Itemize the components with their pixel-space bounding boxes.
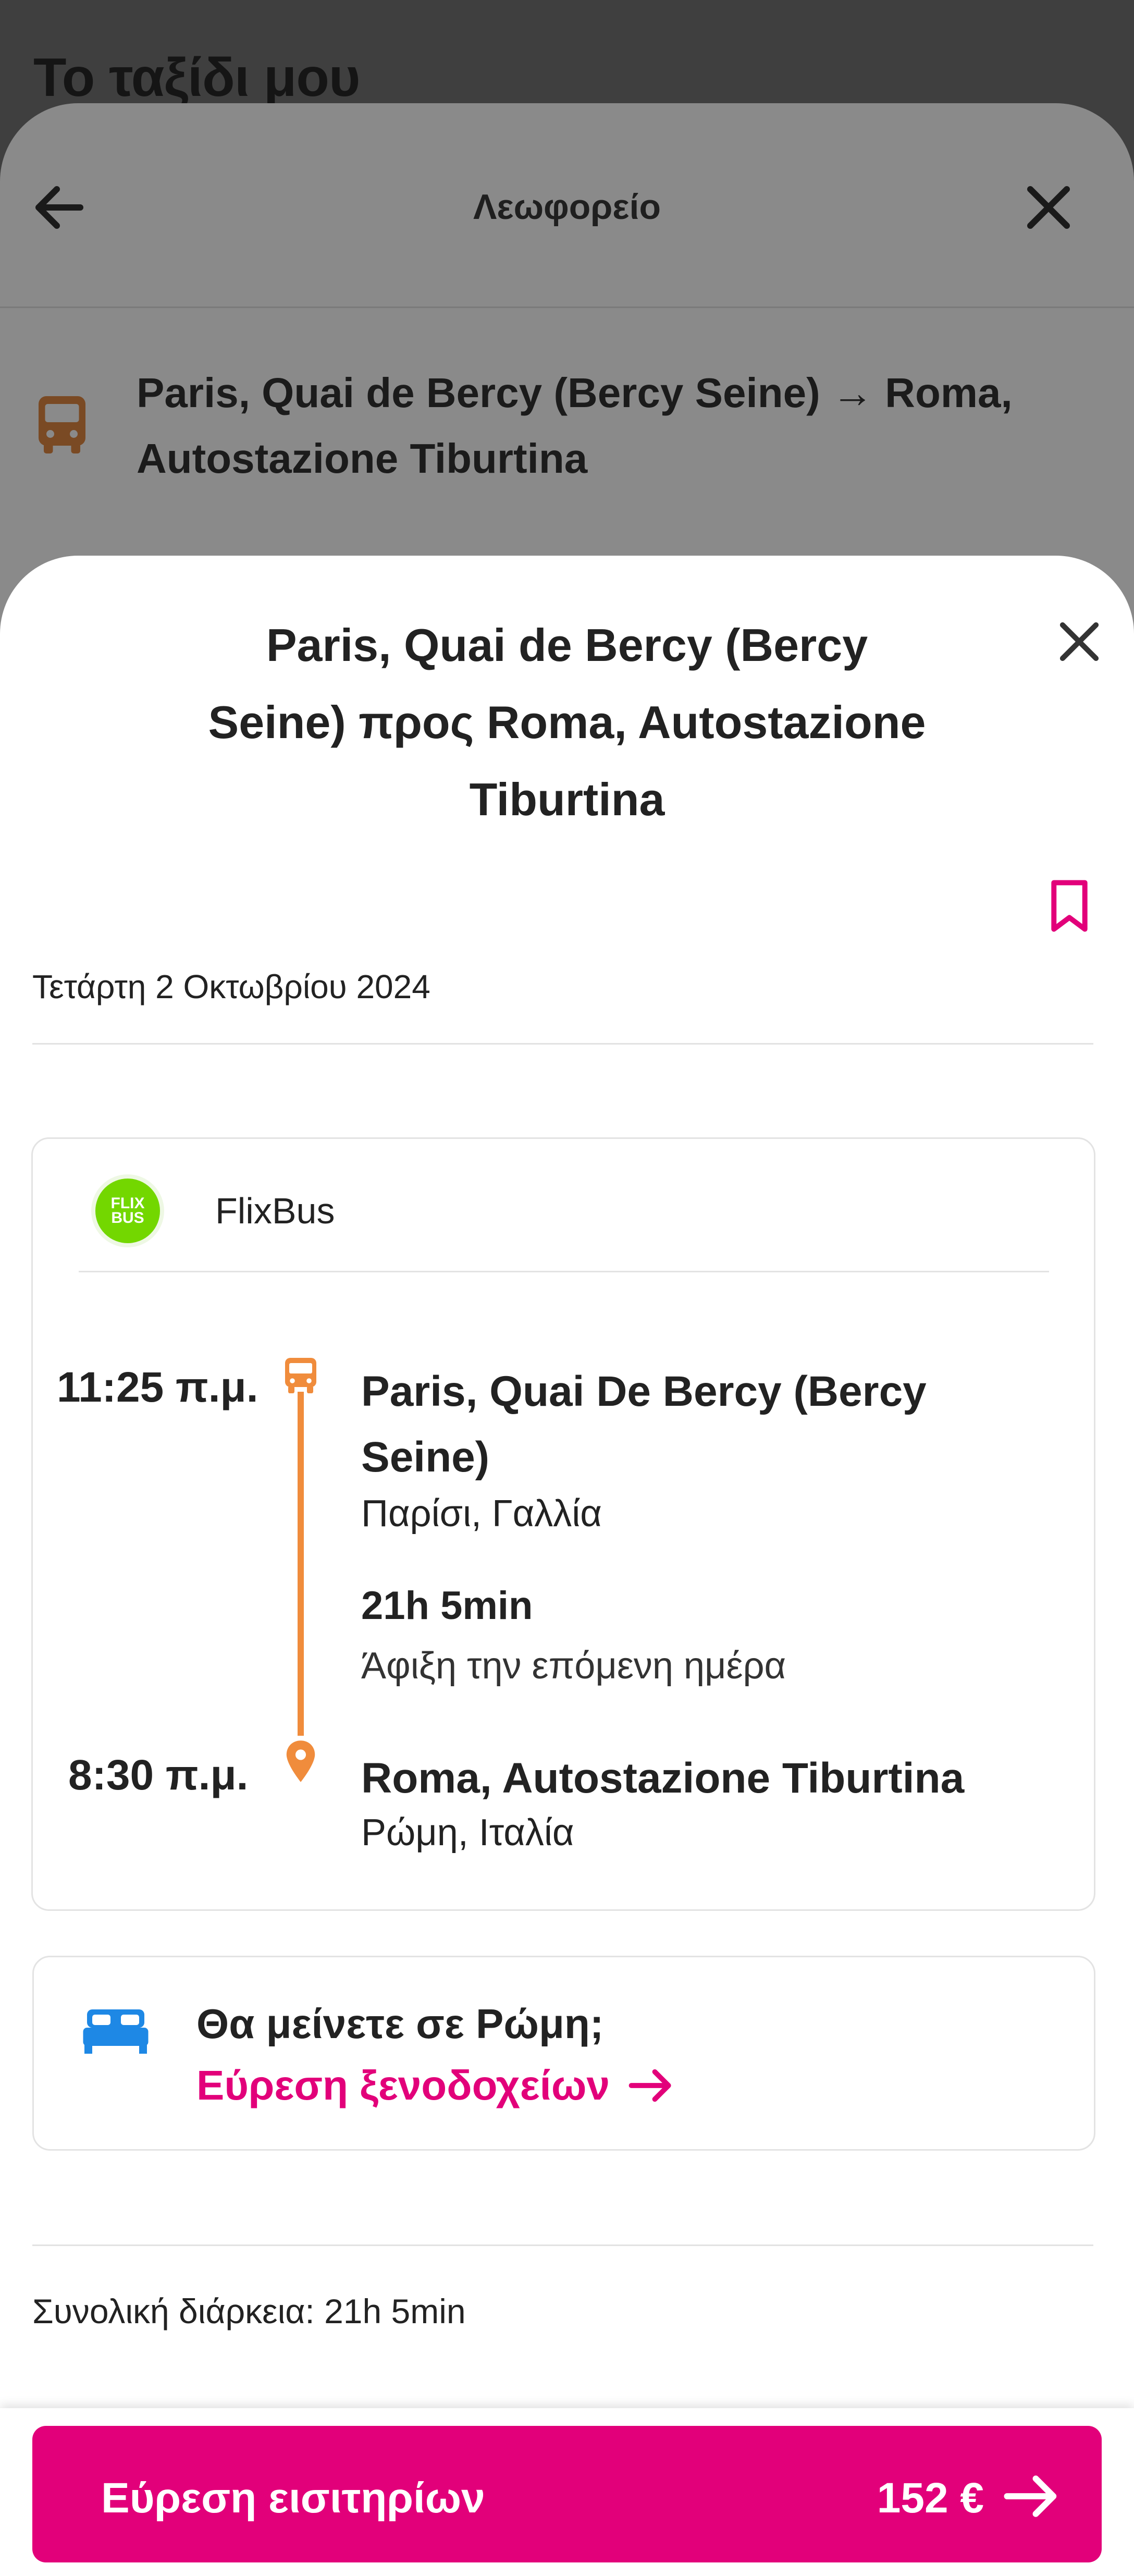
transport-sheet-header: Λεωφορείο bbox=[0, 103, 1134, 308]
transport-route-text: Paris, Quai de Bercy (Bercy Seine) → Rom… bbox=[137, 370, 1013, 482]
hotel-question: Θα μείνετε σε Ρώμη; bbox=[196, 2001, 604, 2047]
bottom-action-bar: Εύρεση εισιτηρίων 152 € bbox=[0, 2408, 1134, 2576]
bus-icon bbox=[39, 396, 85, 453]
divider bbox=[32, 1043, 1093, 1045]
find-tickets-label: Εύρεση εισιτηρίων bbox=[101, 2474, 485, 2522]
divider bbox=[32, 2244, 1093, 2246]
transport-sheet-title: Λεωφορείο bbox=[473, 187, 661, 227]
find-hotels-link[interactable]: Εύρεση ξενοδοχείων bbox=[196, 2062, 674, 2109]
arrival-time: 8:30 π.μ. bbox=[68, 1751, 249, 1799]
background-page-title: Το ταξίδι μου bbox=[33, 47, 360, 108]
trip-duration: 21h 5min bbox=[361, 1584, 533, 1628]
close-icon[interactable] bbox=[1051, 613, 1108, 670]
departure-stop: Paris, Quai De Bercy (Bercy Seine) bbox=[361, 1368, 927, 1481]
flixbus-logo: FLIX BUS bbox=[91, 1174, 164, 1247]
arrow-right-icon bbox=[1004, 2475, 1057, 2517]
find-hotels-label: Εύρεση ξενοδοχείων bbox=[196, 2062, 610, 2108]
departure-time: 11:25 π.μ. bbox=[57, 1364, 258, 1411]
bookmark-icon[interactable] bbox=[1049, 879, 1090, 933]
trip-date: Τετάρτη 2 Οκτωβρίου 2024 bbox=[32, 968, 430, 1005]
ticket-price: 152 € bbox=[877, 2474, 984, 2522]
hotel-card[interactable]: Θα μείνετε σε Ρώμη; Εύρεση ξενοδοχείων bbox=[32, 1956, 1095, 2151]
find-tickets-button[interactable]: Εύρεση εισιτηρίων 152 € bbox=[32, 2426, 1102, 2562]
arrow-right-icon bbox=[628, 2069, 671, 2102]
location-pin-icon bbox=[286, 1740, 315, 1782]
close-icon[interactable] bbox=[1017, 176, 1080, 239]
itinerary-card: FLIX BUS FlixBus 11:25 π.μ. Paris, Quai … bbox=[31, 1137, 1095, 1911]
arrival-city: Ρώμη, Ιταλία bbox=[361, 1812, 574, 1854]
bus-icon bbox=[285, 1358, 316, 1393]
route-title: Paris, Quai de Bercy (Bercy Seine) προς … bbox=[208, 619, 926, 825]
operator-name: FlixBus bbox=[215, 1191, 335, 1231]
route-line bbox=[298, 1392, 304, 1736]
bed-icon bbox=[83, 2009, 149, 2054]
departure-city: Παρίσι, Γαλλία bbox=[361, 1493, 602, 1535]
total-duration: Συνολική διάρκεια: 21h 5min bbox=[32, 2292, 466, 2330]
route-details-sheet: Paris, Quai de Bercy (Bercy Seine) προς … bbox=[0, 556, 1134, 2576]
card-divider bbox=[79, 1271, 1049, 1272]
arrival-note: Άφιξη την επόμενη ημέρα bbox=[361, 1645, 786, 1687]
arrival-stop: Roma, Autostazione Tiburtina bbox=[361, 1755, 965, 1802]
